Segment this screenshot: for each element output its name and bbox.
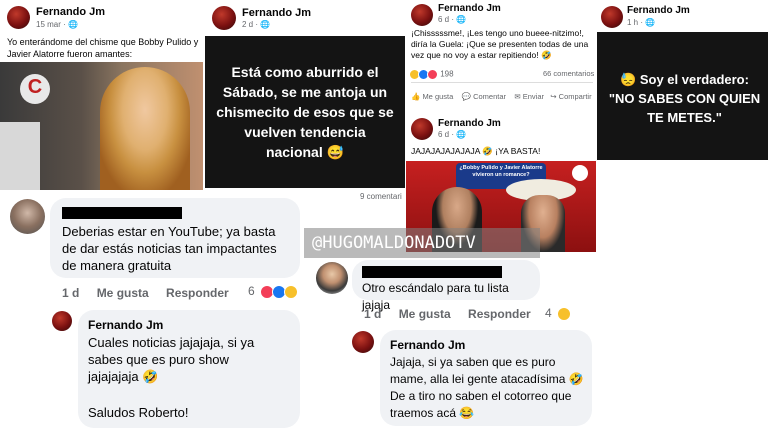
comment-time: 1 d <box>364 307 382 321</box>
divider <box>411 82 593 83</box>
post-card-2: Fernando Jm 2 d · 🌐 Está como aburrido e… <box>205 0 405 200</box>
post-image[interactable]: C <box>0 62 203 190</box>
redacted-name <box>362 266 502 278</box>
comments-count[interactable]: 9 comentari <box>360 192 402 200</box>
like-button[interactable]: Me gusta <box>399 307 451 321</box>
haha-reaction-icon <box>557 306 572 321</box>
reply-author[interactable]: Fernando Jm <box>390 338 465 352</box>
redacted-name <box>62 207 182 219</box>
background-object <box>0 122 40 190</box>
avatar[interactable] <box>212 6 236 30</box>
post-author[interactable]: Fernando Jm <box>438 3 501 14</box>
post-actions: 👍 Me gusta 💬 Comentar ✉ Enviar ↪ Compart… <box>411 92 592 101</box>
avatar[interactable] <box>352 331 374 353</box>
post-card-5: Fernando Jm 1 h · 🌐 😓 Soy el verdadero: … <box>597 0 768 160</box>
post-card-3: Fernando Jm 6 d · 🌐 ¡Chisssssme!, ¡Les t… <box>406 0 596 112</box>
reaction-count: 6 <box>248 284 255 298</box>
comment-reactions[interactable]: 6 <box>248 284 299 299</box>
post-author[interactable]: Fernando Jm <box>627 5 690 16</box>
commenter-avatar[interactable] <box>10 199 45 234</box>
like-button[interactable]: 👍 Me gusta <box>411 92 453 101</box>
globe-icon: 🌐 <box>456 15 467 24</box>
messenger-icon: ✉ <box>514 92 521 101</box>
send-button[interactable]: ✉ Enviar <box>514 92 544 101</box>
comment-actions: 1 d Me gusta Responder <box>62 286 243 300</box>
comment-button[interactable]: 💬 Comentar <box>462 92 506 101</box>
reply-bubble: Fernando Jm Jajaja, si ya saben que es p… <box>380 330 592 426</box>
comment-bubble: Otro escándalo para tu lista jajaja <box>352 260 540 312</box>
comments-count[interactable]: 66 comentarios <box>543 69 594 78</box>
reaction-count: 198 <box>440 69 454 79</box>
reaction-count: 4 <box>545 306 552 320</box>
avatar[interactable] <box>601 6 623 28</box>
share-icon: ↪ <box>550 92 557 101</box>
post-author[interactable]: Fernando Jm <box>242 7 311 19</box>
thumbs-up-icon: 👍 <box>411 92 421 101</box>
post-text: 😓 Soy el verdadero: "NO SABES CON QUIEN … <box>608 72 761 125</box>
comment-time: 1 d <box>62 286 80 300</box>
reply-text: Cuales noticias jajajaja, si ya sabes qu… <box>88 335 255 384</box>
post-time: 1 h · 🌐 <box>627 18 656 27</box>
avatar[interactable] <box>411 118 433 140</box>
post-card-1: Fernando Jm 15 mar · 🌐 Yo enterándome de… <box>0 0 203 190</box>
post-time: 6 d · 🌐 <box>438 15 467 24</box>
commenter-avatar[interactable] <box>316 262 348 294</box>
post-author[interactable]: Fernando Jm <box>438 118 501 129</box>
reply-author[interactable]: Fernando Jm <box>88 318 163 332</box>
comment-reactions[interactable]: 4 <box>545 306 572 321</box>
post-time: 2 d · 🌐 <box>242 20 271 29</box>
reply-text-2: Saludos Roberto! <box>88 405 189 420</box>
haha-reaction-icon <box>284 284 299 299</box>
reaction-summary[interactable]: 198 <box>409 69 454 80</box>
globe-icon: 🌐 <box>456 130 467 139</box>
post-text-background: 😓 Soy el verdadero: "NO SABES CON QUIEN … <box>597 32 768 160</box>
globe-icon: 🌐 <box>260 20 271 29</box>
watermark: @HUGOMALDONADOTV <box>312 233 476 253</box>
avatar[interactable] <box>411 4 433 26</box>
post-text-background: Está como aburrido el Sábado, se me anto… <box>205 36 405 188</box>
post-text: ¡Chisssssme!, ¡Les tengo uno bueee-nitzi… <box>411 28 589 60</box>
like-button[interactable]: Me gusta <box>97 286 149 300</box>
avatar[interactable] <box>52 311 72 331</box>
avatar[interactable] <box>7 6 30 29</box>
globe-icon: 🌐 <box>68 20 78 29</box>
reply-button[interactable]: Responder <box>166 286 229 300</box>
comment-icon: 💬 <box>461 92 471 101</box>
globe-icon: 🌐 <box>645 18 656 27</box>
post-time: 6 d · 🌐 <box>438 130 467 139</box>
comment-bubble: Deberias estar en YouTube; ya basta de d… <box>50 198 300 278</box>
love-reaction-icon <box>427 69 438 80</box>
reply-bubble: Fernando Jm Cuales noticias jajajaja, si… <box>78 310 300 428</box>
thumbnail-caption: ¿Bobby Pulido y Javier Alatorre vivieron… <box>459 165 543 178</box>
post-text: Yo enterándome del chisme que Bobby Puli… <box>7 37 199 59</box>
person-figure <box>100 67 190 190</box>
reply-text: Jajaja, si ya saben que es puro mame, al… <box>390 355 584 420</box>
comment-text: Deberias estar en YouTube; ya basta de d… <box>62 224 277 273</box>
post-time: 15 mar · 🌐 <box>36 20 78 29</box>
post-author[interactable]: Fernando Jm <box>36 6 105 18</box>
menu-icon[interactable] <box>572 165 588 181</box>
comment-actions: 1 d Me gusta Responder <box>364 307 545 321</box>
reply-button[interactable]: Responder <box>468 307 531 321</box>
tv-logo-letter: C <box>27 76 43 98</box>
post-text: Está como aburrido el Sábado, se me anto… <box>216 64 394 160</box>
share-button[interactable]: ↪ Compartir <box>550 92 591 101</box>
post-text: JAJAJAJAJAJAJA 🤣 ¡YA BASTA! <box>411 146 541 156</box>
